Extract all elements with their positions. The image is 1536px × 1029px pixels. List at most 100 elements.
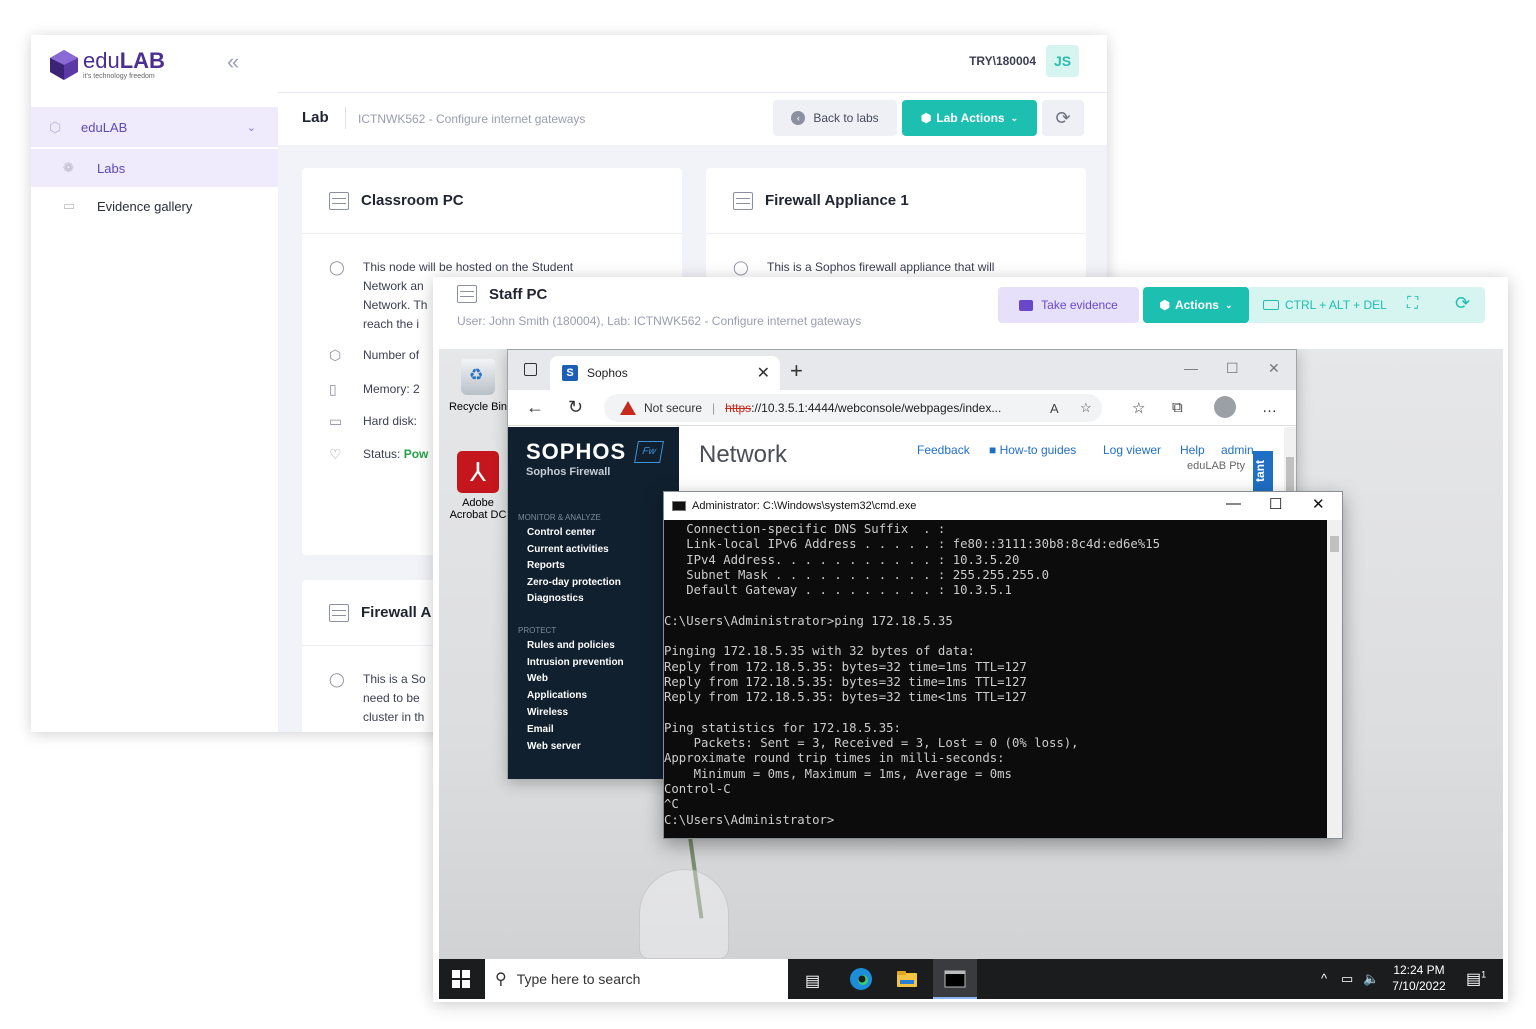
cmd-line: Reply from 172.18.5.35: bytes=32 time=1m… [664, 674, 1027, 689]
cmd-line: Connection-specific DNS Suffix . : [664, 522, 946, 536]
feedback-link[interactable]: Feedback [917, 443, 970, 457]
close-icon[interactable]: ✕ [1312, 495, 1325, 513]
cmd-line [664, 629, 1327, 644]
task-view-icon[interactable]: ▤ [805, 971, 820, 991]
cmd-output[interactable]: Connection-specific DNS Suffix . : Link-… [664, 520, 1327, 838]
sidebar: eduLAB it's technology freedom « ⬡ eduLA… [31, 35, 278, 732]
cmd-line: C:\Users\Administrator>ping 172.18.5.35 [664, 613, 953, 628]
ctrl-alt-del-button[interactable]: CTRL + ALT + DEL [1263, 298, 1387, 312]
sidebar-group-edulab[interactable]: ⬡ eduLAB ⌄ [31, 107, 278, 147]
show-hidden-icons-icon[interactable]: ^ [1321, 971, 1327, 986]
help-link[interactable]: Help [1180, 443, 1205, 457]
clock-time: 12:24 PM [1393, 963, 1445, 977]
lab-actions-button[interactable]: ⬢ Lab Actions ⌄ [902, 100, 1037, 136]
close-tab-icon[interactable]: ✕ [757, 363, 770, 383]
sophos-nav-item[interactable]: Web [527, 673, 548, 684]
minimize-icon[interactable]: — [1226, 495, 1241, 512]
notifications-icon[interactable]: ▤1 [1466, 969, 1486, 989]
edulab-logo[interactable]: eduLAB it's technology freedom [49, 45, 165, 85]
refresh-button[interactable]: ⟳ [1042, 100, 1084, 136]
windows-taskbar: ⚲ Type here to search ▤ ^ ▭ 🔈 12:24 PM 7… [439, 959, 1503, 999]
page-title: Lab [302, 109, 329, 126]
favorites-icon[interactable]: ☆ [1132, 399, 1145, 417]
server-icon [733, 191, 753, 210]
sophos-nav-item[interactable]: Intrusion prevention [527, 657, 624, 668]
taskbar-cmd-active[interactable] [933, 959, 977, 999]
fullscreen-icon[interactable]: ⛶ [1407, 295, 1418, 313]
profile-icon[interactable] [1214, 396, 1236, 418]
tab-sophos[interactable]: S Sophos ✕ [550, 356, 780, 390]
cmd-line: Reply from 172.18.5.35: bytes=32 time=1m… [664, 659, 1027, 674]
comment-icon: ◯ [329, 259, 345, 275]
desktop-icon-recycle-bin[interactable]: Recycle Bin [445, 359, 511, 413]
edge-icon[interactable] [849, 967, 873, 991]
cmd-line: IPv4 Address. . . . . . . . . . . : 10.3… [664, 552, 1020, 567]
reconnect-icon[interactable]: ⟳ [1455, 293, 1470, 314]
volume-muted-icon[interactable]: 🔈 [1363, 971, 1379, 987]
take-evidence-button[interactable]: Take evidence [998, 287, 1139, 323]
log-viewer-link[interactable]: Log viewer [1103, 443, 1161, 457]
sidebar-item-labs[interactable]: ❁ Labs [31, 149, 278, 187]
server-icon [329, 603, 349, 622]
cmd-line: ^C [664, 797, 679, 812]
sophos-nav-item[interactable]: Web server [527, 741, 581, 752]
taskbar-search-box[interactable]: ⚲ Type here to search [485, 959, 788, 999]
cmd-window: Administrator: C:\Windows\system32\cmd.e… [663, 491, 1343, 839]
sophos-nav-item[interactable]: Email [527, 724, 554, 735]
nav-section-monitor: MONITOR & ANALYZE [518, 513, 601, 522]
new-tab-icon[interactable]: + [790, 358, 803, 384]
sophos-nav-item[interactable]: Diagnostics [527, 593, 584, 604]
back-to-labs-button[interactable]: ‹ Back to labs [773, 100, 897, 136]
maximize-icon[interactable]: ☐ [1226, 360, 1239, 377]
cmd-scrollbar[interactable] [1327, 520, 1342, 838]
how-to-guides-link[interactable]: ■ How-to guides [989, 443, 1076, 457]
server-icon [329, 191, 349, 210]
sidebar-item-evidence-gallery[interactable]: ▭ Evidence gallery [31, 187, 278, 225]
address-bar[interactable]: Not secure | https://10.3.5.1:4444/webco… [604, 394, 1102, 422]
sophos-nav-item[interactable]: Wireless [527, 707, 568, 718]
sophos-nav-item[interactable]: Reports [527, 560, 565, 571]
sophos-subtitle: Sophos Firewall [526, 466, 611, 478]
console-toolstrip: CTRL + ALT + DEL ⛶ ⟳ [1249, 287, 1485, 323]
sophos-nav-item[interactable]: Zero-day protection [527, 577, 621, 588]
actions-button[interactable]: ⬢ Actions ⌄ [1143, 287, 1249, 323]
add-favorite-icon[interactable]: ☆ [1080, 400, 1092, 416]
maximize-icon[interactable]: ☐ [1269, 495, 1282, 513]
box-icon: ⬢ [920, 111, 932, 125]
remote-desktop[interactable]: Recycle Bin ⅄ Adobe Acrobat DC S Sophos … [439, 349, 1503, 999]
sophos-nav-item[interactable]: Current activities [527, 544, 609, 555]
chevron-down-icon: ⌄ [1010, 112, 1019, 123]
taskbar-clock[interactable]: 12:24 PM 7/10/2022 [1389, 962, 1449, 994]
cmd-titlebar[interactable]: Administrator: C:\Windows\system32\cmd.e… [664, 492, 1342, 520]
tab-title: Sophos [587, 366, 628, 380]
file-explorer-icon[interactable] [895, 967, 919, 991]
server-icon [457, 285, 477, 303]
back-arrow-icon[interactable]: ← [526, 397, 544, 418]
logo-tagline: it's technology freedom [83, 73, 155, 80]
lab-actions-label: Lab Actions [936, 111, 1005, 125]
reload-icon[interactable]: ↻ [568, 397, 583, 418]
desktop-icon-adobe-acrobat[interactable]: ⅄ Adobe Acrobat DC [445, 451, 511, 521]
minimize-icon[interactable]: — [1184, 360, 1198, 376]
close-icon[interactable]: ✕ [1268, 360, 1280, 377]
search-placeholder: Type here to search [516, 971, 641, 987]
nav-section-protect: PROTECT [518, 626, 557, 635]
more-menu-icon[interactable]: … [1262, 399, 1277, 416]
browser-tab-strip: S Sophos ✕ + — ☐ ✕ [508, 350, 1296, 390]
sophos-nav-item[interactable]: Control center [527, 527, 595, 538]
sophos-nav-item[interactable]: Rules and policies [527, 640, 615, 651]
admin-menu[interactable]: admin [1221, 443, 1254, 457]
assistant-tab[interactable]: tant [1253, 451, 1273, 491]
tab-actions-icon[interactable] [524, 363, 537, 376]
clock-date: 7/10/2022 [1392, 979, 1446, 993]
desktop-icon-label: Recycle Bin [448, 401, 508, 413]
start-button[interactable] [452, 970, 470, 988]
read-aloud-icon[interactable]: A [1050, 401, 1059, 416]
sophos-nav-item[interactable]: Applications [527, 690, 587, 701]
acrobat-icon: ⅄ [457, 451, 499, 493]
avatar[interactable]: JS [1046, 45, 1079, 77]
network-icon[interactable]: ▭ [1341, 971, 1353, 987]
collapse-sidebar-icon[interactable]: « [227, 49, 239, 75]
collections-icon[interactable]: ⧉ [1172, 399, 1183, 416]
cmd-line: Link-local IPv6 Address . . . . . : fe80… [664, 537, 1161, 552]
